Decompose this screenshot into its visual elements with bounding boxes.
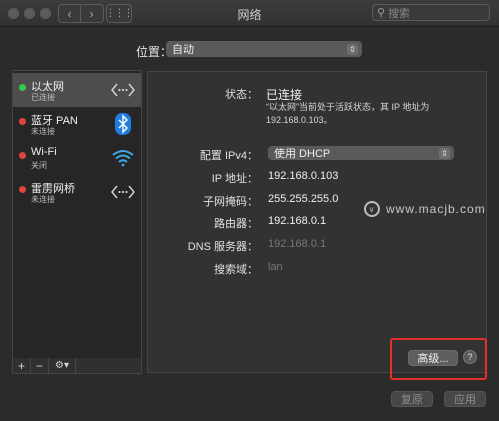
sidebar-item-ethernet[interactable]: 以太网 已连接 xyxy=(13,73,141,107)
search-domain-label: 搜索域： xyxy=(214,264,258,276)
ethernet-icon xyxy=(111,180,135,204)
search-placeholder: 搜索 xyxy=(388,7,411,20)
add-service-button[interactable]: + xyxy=(13,358,31,373)
service-status: 已连接 xyxy=(31,93,55,102)
status-dot xyxy=(19,152,26,159)
watermark: ∨ www.macjb.com xyxy=(364,201,486,217)
gear-menu-button[interactable]: ⚙▾ xyxy=(49,358,76,373)
subnet-mask-label: 子网掩码： xyxy=(203,196,258,208)
watermark-logo-icon: ∨ xyxy=(364,201,380,217)
status-dot xyxy=(19,84,26,91)
status-label: 状态： xyxy=(225,89,258,101)
status-dot xyxy=(19,118,26,125)
search-icon: ⚲ xyxy=(377,7,386,19)
router-label: 路由器： xyxy=(214,218,258,230)
router-value: 192.168.0.1 xyxy=(268,215,327,227)
advanced-button[interactable]: 高级... xyxy=(408,350,458,366)
ip-address-value: 192.168.0.103 xyxy=(268,170,339,182)
service-status: 未连接 xyxy=(31,127,55,136)
subnet-mask-value: 255.255.255.0 xyxy=(268,193,339,205)
ipv4-config-select[interactable]: 使用 DHCP ⇕ xyxy=(268,146,454,160)
wifi-icon xyxy=(111,146,135,170)
sidebar-item-wifi[interactable]: Wi-Fi 关闭 xyxy=(13,141,141,175)
remove-service-button[interactable]: − xyxy=(31,358,49,373)
apply-button[interactable]: 应用 xyxy=(444,391,486,407)
ipv4-config-value: 使用 DHCP xyxy=(274,148,331,160)
dns-server-label: DNS 服务器： xyxy=(187,241,258,253)
status-dot xyxy=(19,186,26,193)
chevron-updown-icon: ⇕ xyxy=(347,44,358,55)
service-status: 关闭 xyxy=(31,161,47,170)
ipv4-config-label: 配置 IPv4： xyxy=(199,150,258,162)
revert-button[interactable]: 复原 xyxy=(391,391,433,407)
service-list: 以太网 已连接 蓝牙 PAN 未连接 Wi-Fi 关闭 雷雳网桥 未连接 xyxy=(12,70,142,359)
location-value: 自动 xyxy=(172,44,194,56)
search-field[interactable]: ⚲ 搜索 xyxy=(372,4,490,21)
bluetooth-icon xyxy=(111,112,135,136)
location-select[interactable]: 自动 ⇕ xyxy=(166,41,362,57)
help-button[interactable]: ? xyxy=(463,350,477,364)
title-bar: ‹ › ⋮⋮⋮ 网络 ⚲ 搜索 xyxy=(0,0,499,27)
search-domain-value: lan xyxy=(268,261,283,273)
ip-address-label: IP 地址： xyxy=(211,173,258,185)
watermark-text: www.macjb.com xyxy=(386,202,486,216)
dns-server-value: 192.168.0.1 xyxy=(268,238,327,250)
chevron-updown-icon: ⇕ xyxy=(439,148,450,159)
ethernet-icon xyxy=(111,78,135,102)
service-name: Wi-Fi xyxy=(31,146,57,158)
sidebar-item-thunderbolt-bridge[interactable]: 雷雳网桥 未连接 xyxy=(13,175,141,209)
status-description: “以太网”当前处于活跃状态，其 IP 地址为 192.168.0.103。 xyxy=(266,102,430,125)
sidebar-item-bluetooth-pan[interactable]: 蓝牙 PAN 未连接 xyxy=(13,107,141,141)
service-list-toolbar: + − ⚙▾ xyxy=(12,358,142,374)
service-status: 未连接 xyxy=(31,195,55,204)
